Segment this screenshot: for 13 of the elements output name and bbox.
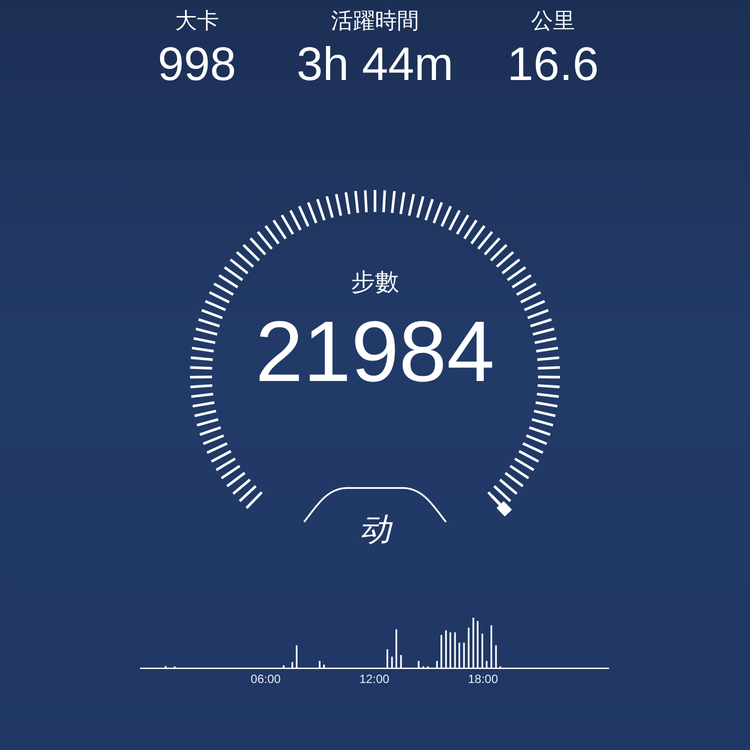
steps-label: 步數	[351, 271, 399, 295]
time-label: 06:00	[250, 673, 281, 685]
stat-label: 大卡	[175, 10, 219, 32]
gauge-marker	[490, 494, 512, 517]
steps-value: 21984	[255, 309, 495, 395]
time-label: 12:00	[359, 673, 390, 685]
stat-value: 3h 44m	[296, 40, 454, 87]
time-label: 18:00	[468, 673, 498, 685]
stat-value: 998	[158, 40, 236, 87]
stat-label: 公里	[531, 10, 575, 32]
stat-label: 活躍時間	[331, 10, 419, 32]
logo-text: 动	[359, 513, 391, 545]
stat-value: 16.6	[507, 40, 599, 87]
